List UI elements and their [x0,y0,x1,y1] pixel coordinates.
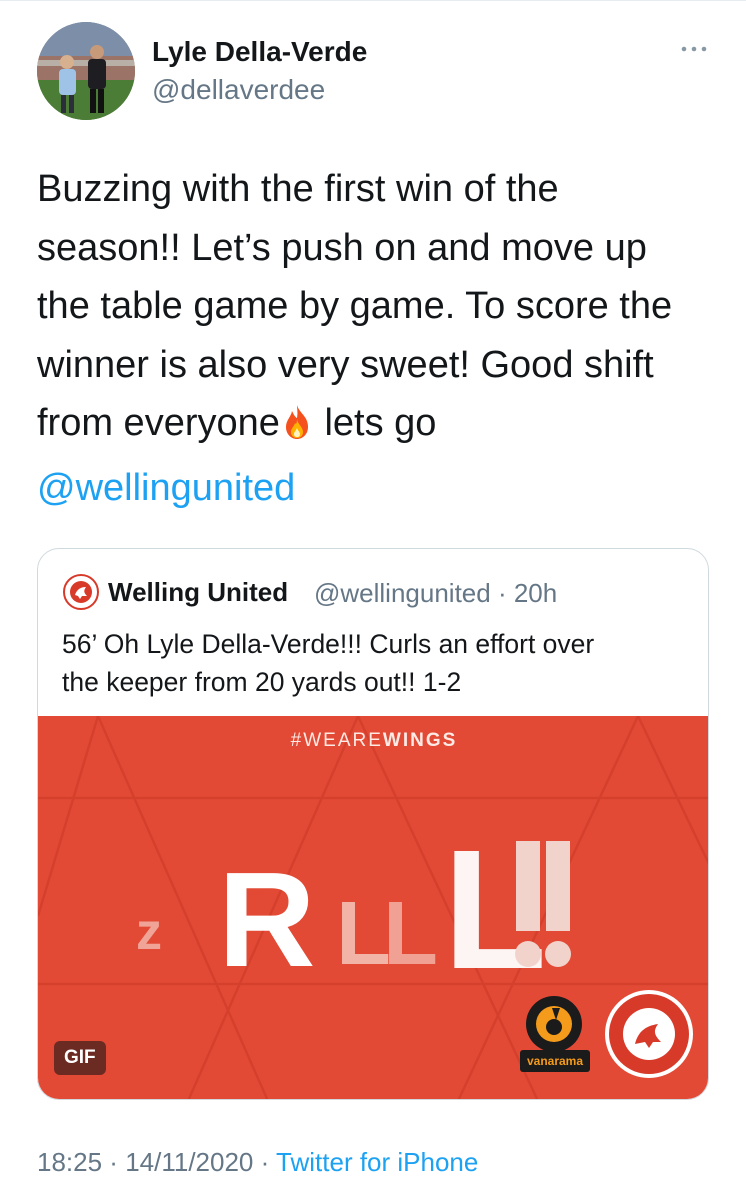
quoted-line: 56’ Oh Lyle Della-Verde!!! Curls an effo… [62,629,595,659]
tweet-date[interactable]: 14/11/2020 [125,1147,253,1177]
fire-emoji-icon [280,400,314,459]
quoted-time[interactable]: 20h [514,578,557,608]
quoted-author-handle[interactable]: @wellingunited [314,578,491,608]
tweet-line: winner is also very sweet! Good shift [37,343,654,386]
author-handle[interactable]: @dellaverdee [152,74,325,106]
tweet-line-text: from everyone [37,402,280,444]
tweet-line: the table game by game. To score the [37,285,673,327]
gif-media[interactable]: #WEAREWINGS z R L L L GIF vanarama [38,716,708,1099]
welling-united-avatar[interactable] [63,574,99,610]
avatar[interactable] [37,22,135,120]
separator-dot: · [490,578,514,608]
tweet-line: from everyone lets go [37,394,707,459]
tweet-source-link[interactable]: Twitter for iPhone [276,1147,478,1177]
quoted-author-name[interactable]: Welling United [108,577,288,608]
svg-text:R: R [218,844,316,995]
quoted-handle-time: @wellingunited · 20h [314,578,557,609]
separator-dot: · [102,1147,126,1177]
top-divider [0,0,746,1]
svg-text:L: L [383,884,438,984]
quoted-tweet-text: 56’ Oh Lyle Della-Verde!!! Curls an effo… [62,625,692,701]
vanarama-logo-icon: vanarama [516,994,606,1084]
quoted-line: the keeper from 20 yards out!! 1-2 [62,667,462,697]
author-name[interactable]: Lyle Della-Verde [152,36,367,68]
tweet-line: Buzzing with the first win of the [37,168,559,210]
tweet-text: Buzzing with the first win of the season… [37,160,707,517]
tweet-line-text: lets go [313,402,437,444]
mention-link[interactable]: @wellingunited [37,459,707,518]
gif-badge: GIF [54,1041,106,1075]
separator-dot: · [253,1147,277,1177]
tweet-meta: 18:25 · 14/11/2020 · Twitter for iPhone [37,1147,478,1178]
tweet-time[interactable]: 18:25 [37,1147,102,1177]
svg-text:vanarama: vanarama [527,1054,583,1068]
quoted-tweet-card[interactable]: Welling United @wellingunited · 20h 56’ … [37,548,709,1100]
welling-united-badge-icon [603,988,695,1080]
tweet-line: season!! Let’s push on and move up [37,226,647,269]
svg-text:z: z [136,903,162,961]
more-options-icon[interactable] [680,42,708,56]
